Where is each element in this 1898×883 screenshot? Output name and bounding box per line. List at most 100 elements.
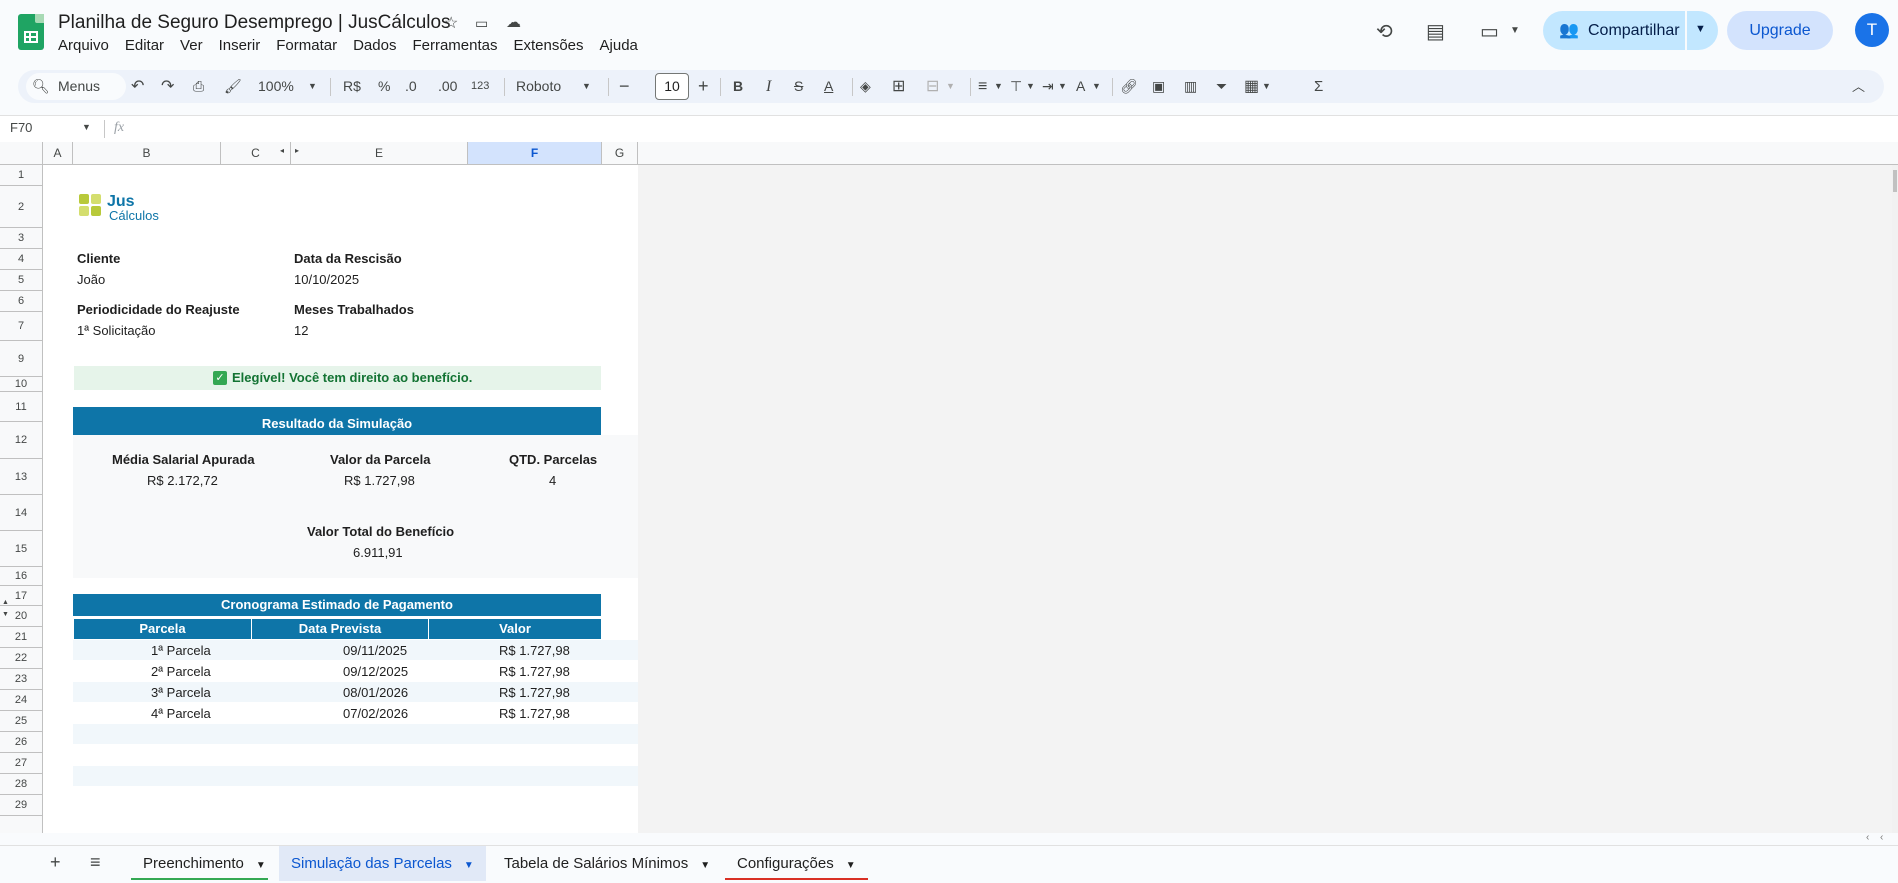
row-3-parcela[interactable]: 3ª Parcela <box>151 685 211 700</box>
zoom-dropdown-icon[interactable]: ▼ <box>308 70 317 103</box>
upgrade-button[interactable]: Upgrade <box>1727 11 1833 50</box>
menu-arquivo[interactable]: Arquivo <box>58 37 109 54</box>
sheet-grid[interactable]: Jus Cálculos Cliente João Data da Rescis… <box>43 165 638 833</box>
zoom-select[interactable]: 100% <box>258 70 294 103</box>
font-size-input[interactable]: 10 <box>655 73 689 100</box>
row-header[interactable]: 26 <box>0 732 42 753</box>
increase-decimal-button[interactable]: .00 <box>438 70 457 103</box>
tab-dropdown-icon[interactable]: ▼ <box>846 860 856 871</box>
column-header-e[interactable]: E <box>291 142 468 164</box>
empty-grid-area[interactable] <box>638 165 1893 833</box>
cliente-value[interactable]: João <box>77 272 105 287</box>
menu-formatar[interactable]: Formatar <box>276 37 337 54</box>
move-folder-icon[interactable]: ▭ <box>475 15 488 32</box>
row-header[interactable]: 21 <box>0 627 42 648</box>
wrap-dropdown-icon[interactable]: ▼ <box>1058 70 1067 103</box>
row-header[interactable]: 13 <box>0 459 42 495</box>
row-header[interactable]: 16 <box>0 567 42 586</box>
column-header-b[interactable]: B <box>73 142 221 164</box>
document-title[interactable]: Planilha de Seguro Desemprego | JusCálcu… <box>58 12 451 34</box>
scroll-right-icon[interactable]: ‹ <box>1880 832 1883 843</box>
row-header[interactable]: 28 <box>0 774 42 795</box>
tab-tabela-salarios[interactable]: Tabela de Salários Mínimos ▼ <box>492 846 722 881</box>
hidden-rows-up-icon[interactable]: ▲ <box>2 599 9 606</box>
menu-ferramentas[interactable]: Ferramentas <box>412 37 497 54</box>
rescisao-value[interactable]: 10/10/2025 <box>294 272 359 287</box>
meet-dropdown-icon[interactable]: ▼ <box>1510 25 1520 36</box>
menu-search-label[interactable]: Menus <box>58 70 100 103</box>
row-header[interactable]: 9 <box>0 341 42 377</box>
row-4-data[interactable]: 07/02/2026 <box>343 706 408 721</box>
row-header[interactable]: 11 <box>0 392 42 422</box>
number-format-button[interactable]: 123 <box>471 70 489 103</box>
row-2-data[interactable]: 09/12/2025 <box>343 664 408 679</box>
valign-dropdown-icon[interactable]: ▼ <box>1026 70 1035 103</box>
insert-chart-icon[interactable]: ▥ <box>1184 70 1197 103</box>
row-header[interactable]: 10 <box>0 377 42 392</box>
row-header[interactable]: 3 <box>0 228 42 249</box>
font-size-decrease-icon[interactable]: − <box>619 70 630 103</box>
row-3-data[interactable]: 08/01/2026 <box>343 685 408 700</box>
row-2-valor[interactable]: R$ 1.727,98 <box>499 664 570 679</box>
total-value[interactable]: 6.911,91 <box>353 545 403 560</box>
vertical-align-icon[interactable]: ⊤ <box>1010 70 1022 103</box>
all-sheets-icon[interactable]: ≡ <box>90 852 101 873</box>
row-header[interactable]: 27 <box>0 753 42 774</box>
row-4-parcela[interactable]: 4ª Parcela <box>151 706 211 721</box>
select-all-corner[interactable] <box>0 142 43 164</box>
vertical-scrollbar[interactable] <box>1892 165 1898 833</box>
strikethrough-icon[interactable]: S <box>794 70 803 103</box>
row-header[interactable]: 29 <box>0 795 42 816</box>
star-icon[interactable]: ☆ <box>444 13 458 33</box>
cloud-saved-icon[interactable]: ☁ <box>506 13 521 31</box>
periodicidade-value[interactable]: 1ª Solicitação <box>77 323 156 338</box>
share-button[interactable]: 👥 Compartilhar ▼ <box>1543 11 1718 50</box>
merge-dropdown-icon[interactable]: ▼ <box>946 70 955 103</box>
menu-ver[interactable]: Ver <box>180 37 203 54</box>
row-1-valor[interactable]: R$ 1.727,98 <box>499 643 570 658</box>
currency-format-button[interactable]: R$ <box>343 70 361 103</box>
meses-value[interactable]: 12 <box>294 323 308 338</box>
undo-icon[interactable]: ↶ <box>131 70 144 103</box>
qtd-value[interactable]: 4 <box>549 473 556 488</box>
merge-cells-icon[interactable]: ⊟ <box>926 70 939 103</box>
comments-icon[interactable]: ▤ <box>1426 19 1445 44</box>
table-dropdown-icon[interactable]: ▼ <box>1262 70 1271 103</box>
functions-button[interactable]: Σ <box>1314 70 1323 103</box>
add-sheet-icon[interactable]: + <box>50 852 61 873</box>
menu-inserir[interactable]: Inserir <box>219 37 261 54</box>
tab-dropdown-icon[interactable]: ▼ <box>700 860 710 871</box>
vertical-scroll-thumb[interactable] <box>1893 170 1897 192</box>
row-header[interactable]: 6 <box>0 291 42 312</box>
avatar[interactable]: T <box>1855 13 1889 47</box>
row-header[interactable]: 5 <box>0 270 42 291</box>
horizontal-scrollbar[interactable] <box>43 833 1898 845</box>
menu-extensoes[interactable]: Extensões <box>513 37 583 54</box>
bold-button[interactable]: B <box>733 70 743 103</box>
halign-dropdown-icon[interactable]: ▼ <box>994 70 1003 103</box>
horizontal-align-icon[interactable]: ≡ <box>978 70 987 103</box>
tab-dropdown-icon[interactable]: ▼ <box>256 860 266 871</box>
parcela-value[interactable]: R$ 1.727,98 <box>344 473 415 488</box>
sheets-logo-icon[interactable] <box>18 14 44 50</box>
decrease-decimal-button[interactable]: .0 <box>405 70 417 103</box>
row-header[interactable]: 14 <box>0 495 42 531</box>
formula-input[interactable] <box>140 120 1840 140</box>
tab-configuracoes[interactable]: Configurações ▼ <box>725 846 868 881</box>
name-box[interactable]: F70 <box>10 120 32 135</box>
font-size-increase-icon[interactable]: + <box>698 70 709 103</box>
text-rotation-icon[interactable]: A <box>1076 70 1085 103</box>
font-dropdown-icon[interactable]: ▼ <box>582 70 591 103</box>
column-header-f[interactable]: F <box>468 142 602 164</box>
tab-preenchimento[interactable]: Preenchimento ▼ <box>131 846 278 881</box>
menu-editar[interactable]: Editar <box>125 37 164 54</box>
hidden-columns-left-icon[interactable]: ◂ <box>280 146 284 155</box>
row-header[interactable]: 12 <box>0 422 42 459</box>
row-header[interactable]: 7 <box>0 312 42 341</box>
borders-icon[interactable]: ⊞ <box>892 70 905 103</box>
row-header[interactable]: 15 <box>0 531 42 567</box>
row-1-parcela[interactable]: 1ª Parcela <box>151 643 211 658</box>
meet-video-icon[interactable]: ▭ <box>1480 19 1499 44</box>
text-color-icon[interactable]: A <box>824 70 833 103</box>
row-header[interactable]: 4 <box>0 249 42 270</box>
